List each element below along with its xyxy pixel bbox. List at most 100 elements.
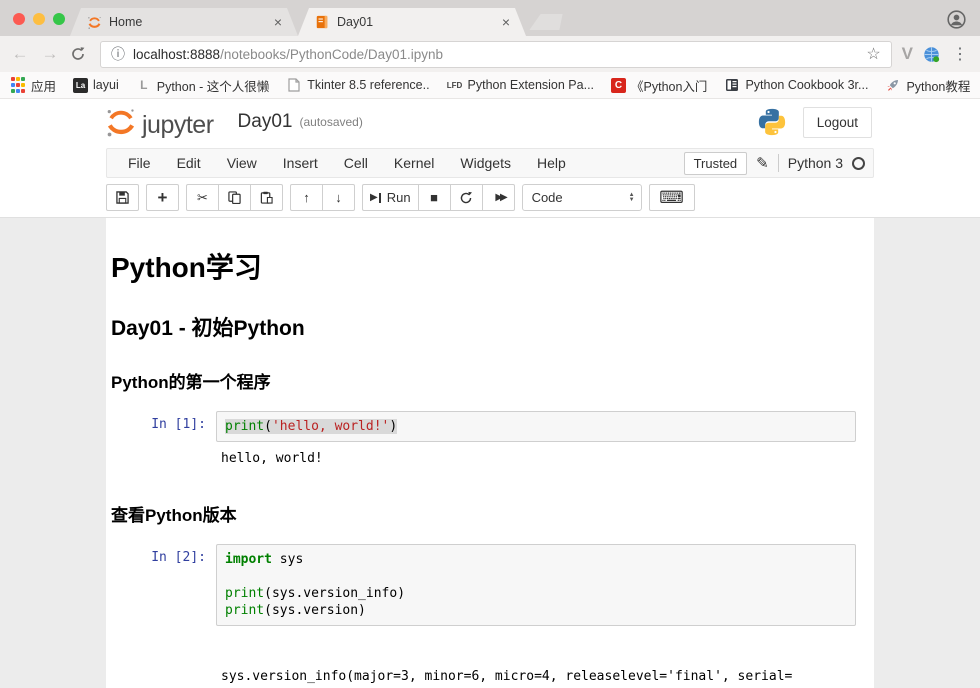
close-tab-icon[interactable]: × <box>270 14 286 30</box>
interrupt-kernel-button[interactable]: ■ <box>418 184 451 211</box>
profile-icon[interactable] <box>947 10 966 29</box>
zoom-window-button[interactable] <box>53 13 65 25</box>
browser-tab-day01[interactable]: Day01 × <box>298 8 526 36</box>
bookmark-python-extension[interactable]: LFD Python Extension Pa... <box>447 77 594 93</box>
markdown-h1[interactable]: Python学习 <box>106 246 874 286</box>
code-token: 'hello, world!' <box>272 419 389 434</box>
copy-cell-button[interactable] <box>218 184 251 211</box>
move-cell-up-button[interactable]: ↑ <box>290 184 323 211</box>
code-token: sys <box>272 552 303 567</box>
cut-cell-button[interactable]: ✂ <box>186 184 219 211</box>
markdown-h2[interactable]: Day01 - 初始Python <box>106 312 874 342</box>
bookmark-star-icon[interactable]: ☆ <box>866 44 880 64</box>
layui-icon: La <box>73 78 88 93</box>
menu-cell[interactable]: Cell <box>331 155 381 171</box>
code-token: (sys.version) <box>264 603 366 618</box>
bookmark-label: Tkinter 8.5 reference.. <box>307 78 429 92</box>
input-prompt: In [2]: <box>106 544 216 626</box>
cell-1-output: hello, world! <box>216 442 874 471</box>
page-info-icon[interactable]: ⓘ <box>111 44 125 64</box>
code-input[interactable]: import sys print(sys.version_info) print… <box>216 544 856 626</box>
chrome-menu-icon[interactable]: ⋮ <box>950 44 970 64</box>
browser-tab-home[interactable]: Home × <box>70 8 298 36</box>
close-window-button[interactable] <box>13 13 25 25</box>
pencil-icon: ✎ <box>756 154 769 172</box>
menu-help[interactable]: Help <box>524 155 579 171</box>
cell-type-value: Code <box>532 190 563 205</box>
new-tab-button[interactable] <box>529 14 564 30</box>
bookmark-label: Python Extension Pa... <box>468 78 594 92</box>
bookmark-label: Python Cookbook 3r... <box>745 78 868 92</box>
menu-file[interactable]: File <box>115 155 164 171</box>
bookmark-apps[interactable]: 应用 <box>10 76 56 95</box>
select-arrows-icon: ▲▼ <box>629 193 635 203</box>
move-cell-down-button[interactable]: ↓ <box>322 184 355 211</box>
jupyter-logo[interactable]: jupyter <box>104 106 214 138</box>
command-palette-button[interactable]: ⌨ <box>649 184 695 211</box>
address-bar[interactable]: ⓘ localhost:8888/notebooks/PythonCode/Da… <box>100 41 892 68</box>
toolbar-row: + ✂ ↑ ↓ ▶ Run ■ ▶▶ Code <box>0 180 980 218</box>
url-text: localhost:8888/notebooks/PythonCode/Day0… <box>133 47 858 62</box>
book-icon <box>724 77 740 93</box>
menu-kernel[interactable]: Kernel <box>381 155 447 171</box>
autosave-status: (autosaved) <box>299 115 362 129</box>
menu-row: File Edit View Insert Cell Kernel Widget… <box>0 145 980 180</box>
bookmark-label: 《Python入门 <box>631 76 707 95</box>
menu-widgets[interactable]: Widgets <box>447 155 524 171</box>
tab-title: Day01 <box>337 15 491 29</box>
jupyter-header: jupyter Day01 (autosaved) Logout <box>0 99 980 145</box>
code-token: (sys.version_info) <box>264 586 405 601</box>
markdown-h3-python-version[interactable]: 查看Python版本 <box>106 501 874 526</box>
url-host: localhost:8888 <box>133 47 220 62</box>
divider <box>778 154 779 172</box>
letter-c-icon: C <box>611 78 626 93</box>
menu-edit[interactable]: Edit <box>164 155 214 171</box>
logout-button[interactable]: Logout <box>803 107 872 138</box>
bookmark-python-intro[interactable]: C 《Python入门 <box>611 76 707 95</box>
python-logo-icon <box>757 107 787 137</box>
forward-icon[interactable]: → <box>40 44 60 64</box>
extension-v-icon[interactable]: V <box>902 44 913 64</box>
code-cell-1[interactable]: In [1]: print('hello, world!') <box>106 411 874 442</box>
bookmark-python-tutorial[interactable]: Python教程 <box>885 76 970 95</box>
bookmark-layui[interactable]: La layui <box>73 78 119 93</box>
add-cell-button[interactable]: + <box>146 184 179 211</box>
bookmark-python-blog[interactable]: L Python - 这个人很懒 <box>136 76 270 95</box>
menu-insert[interactable]: Insert <box>270 155 331 171</box>
window-controls <box>13 13 65 25</box>
keyboard-icon: ⌨ <box>659 188 684 208</box>
notebook-title[interactable]: Day01 <box>238 111 293 133</box>
code-token: import <box>225 552 272 567</box>
close-tab-icon[interactable]: × <box>498 14 514 30</box>
paste-cell-button[interactable] <box>250 184 283 211</box>
bookmark-tkinter[interactable]: Tkinter 8.5 reference.. <box>286 77 429 93</box>
bookmark-cookbook[interactable]: Python Cookbook 3r... <box>724 77 868 93</box>
jupyter-wordmark: jupyter <box>142 113 214 138</box>
reload-icon[interactable] <box>70 46 90 62</box>
back-icon[interactable]: ← <box>10 44 30 64</box>
jupyter-favicon <box>86 14 102 30</box>
browser-tab-bar: Home × Day01 × <box>0 0 980 36</box>
browser-toolbar: ← → ⓘ localhost:8888/notebooks/PythonCod… <box>0 36 980 72</box>
menu-bar: File Edit View Insert Cell Kernel Widget… <box>106 148 874 178</box>
run-cell-button[interactable]: ▶ Run <box>362 184 419 211</box>
url-path: /notebooks/PythonCode/Day01.ipynb <box>220 47 443 62</box>
minimize-window-button[interactable] <box>33 13 45 25</box>
markdown-h3-first-program[interactable]: Python的第一个程序 <box>106 368 874 393</box>
code-input[interactable]: print('hello, world!') <box>216 411 856 442</box>
notebook-favicon <box>314 14 330 30</box>
step-forward-icon: ▶ <box>370 192 381 203</box>
code-cell-2[interactable]: In [2]: import sys print(sys.version_inf… <box>106 544 874 626</box>
cell-type-select[interactable]: Code ▲▼ <box>522 184 642 211</box>
page-icon <box>286 77 302 93</box>
notebook-page: Python学习 Day01 - 初始Python Python的第一个程序 I… <box>106 218 874 688</box>
notebook-area: Python学习 Day01 - 初始Python Python的第一个程序 I… <box>0 218 980 688</box>
restart-run-all-button[interactable]: ▶▶ <box>482 184 515 211</box>
save-button[interactable] <box>106 184 139 211</box>
restart-kernel-button[interactable] <box>450 184 483 211</box>
trusted-button[interactable]: Trusted <box>684 152 748 175</box>
menu-view[interactable]: View <box>214 155 270 171</box>
extension-globe-icon[interactable] <box>923 46 940 63</box>
kernel-idle-icon <box>852 157 865 170</box>
bookmark-label: Python教程 <box>906 76 970 95</box>
